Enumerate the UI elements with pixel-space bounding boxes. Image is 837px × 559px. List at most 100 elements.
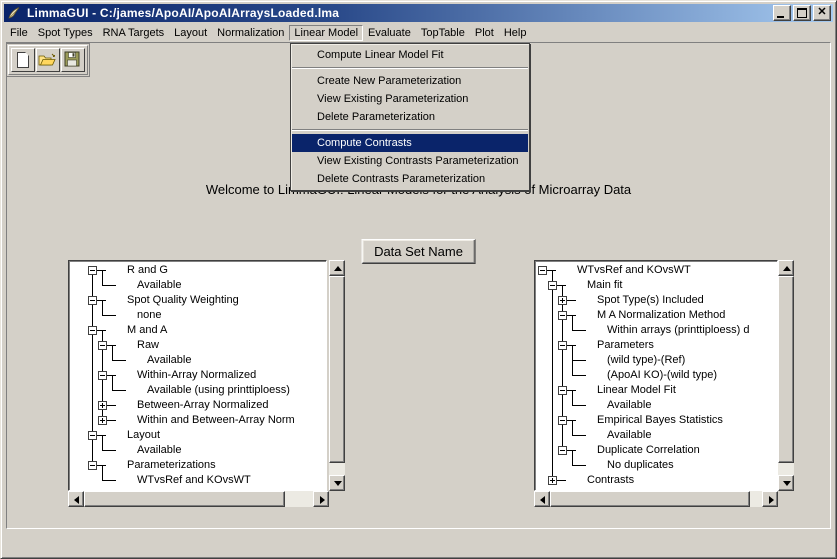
tree-item-available[interactable]: Available <box>69 278 326 293</box>
tree-item-no-duplicates[interactable]: No duplicates <box>535 458 777 473</box>
collapse-icon[interactable] <box>538 266 547 275</box>
menu-item-compute-linear-model-fit[interactable]: Compute Linear Model Fit <box>292 46 528 64</box>
scroll-left-button[interactable] <box>68 491 84 507</box>
tree-item-parameters[interactable]: Parameters <box>535 338 777 353</box>
open-file-button[interactable] <box>36 48 60 72</box>
vertical-scroll-thumb[interactable] <box>329 276 345 463</box>
tree-item-main-fit[interactable]: Main fit <box>535 278 777 293</box>
tree-item-linear-model-fit[interactable]: Linear Model Fit <box>535 383 777 398</box>
scroll-up-button[interactable] <box>329 260 345 276</box>
collapse-icon[interactable] <box>558 416 567 425</box>
menu-toptable[interactable]: TopTable <box>416 25 470 41</box>
tree-item-duplicate-correlation[interactable]: Duplicate Correlation <box>535 443 777 458</box>
vertical-scroll-thumb[interactable] <box>778 276 794 463</box>
tree-item-wild-type-ref[interactable]: (wild type)-(Ref) <box>535 353 777 368</box>
tree-item-within-array-normalized[interactable]: Within-Array Normalized <box>69 368 326 383</box>
tree-item-available-using-printtiploess[interactable]: Available (using printtiploess) <box>69 383 326 398</box>
save-file-button[interactable] <box>61 48 85 72</box>
tree-item-wtvsref-and-kovswt[interactable]: WTvsRef and KOvsWT <box>535 263 777 278</box>
menu-item-delete-contrasts-parameterization[interactable]: Delete Contrasts Parameterization <box>292 170 528 188</box>
tree-item-apoai-ko-wild-type[interactable]: (ApoAI KO)-(wild type) <box>535 368 777 383</box>
tree-guide-line <box>102 450 116 451</box>
collapse-icon[interactable] <box>88 431 97 440</box>
scroll-left-button[interactable] <box>534 491 550 507</box>
collapse-icon[interactable] <box>558 311 567 320</box>
tree-item-m-a-normalization-method[interactable]: M A Normalization Method <box>535 308 777 323</box>
tree-item-available[interactable]: Available <box>69 353 326 368</box>
menu-item-delete-parameterization[interactable]: Delete Parameterization <box>292 108 528 126</box>
menu-normalization[interactable]: Normalization <box>212 25 289 41</box>
scroll-right-button[interactable] <box>762 491 778 507</box>
minimize-button[interactable] <box>773 5 791 21</box>
tree-item-spot-quality-weighting[interactable]: Spot Quality Weighting <box>69 293 326 308</box>
collapse-icon[interactable] <box>558 446 567 455</box>
tree-item-contrasts[interactable]: Contrasts <box>535 473 777 488</box>
menu-linear-model[interactable]: Linear Model <box>289 25 363 41</box>
tree-item-label: Raw <box>137 339 159 351</box>
tree-item-spot-type-s-included[interactable]: Spot Type(s) Included <box>535 293 777 308</box>
parameterizations-tree-vertical-scrollbar[interactable] <box>778 260 794 491</box>
tree-item-wtvsref-and-kovswt[interactable]: WTvsRef and KOvsWT <box>69 473 326 488</box>
collapse-icon[interactable] <box>558 341 567 350</box>
collapse-icon[interactable] <box>98 371 107 380</box>
tree-item-raw[interactable]: Raw <box>69 338 326 353</box>
collapse-icon[interactable] <box>88 326 97 335</box>
expand-icon[interactable] <box>558 296 567 305</box>
parameterizations-tree[interactable]: WTvsRef and KOvsWTMain fitSpot Type(s) I… <box>534 260 778 491</box>
menu-help[interactable]: Help <box>499 25 532 41</box>
expand-icon[interactable] <box>548 476 557 485</box>
data-set-name-button[interactable]: Data Set Name <box>361 239 476 264</box>
collapse-icon[interactable] <box>88 461 97 470</box>
collapse-icon[interactable] <box>88 266 97 275</box>
collapse-icon[interactable] <box>88 296 97 305</box>
tree-guide-line <box>567 300 576 301</box>
dataset-tree-horizontal-scrollbar[interactable] <box>68 491 329 507</box>
collapse-icon[interactable] <box>558 386 567 395</box>
tree-item-available[interactable]: Available <box>69 443 326 458</box>
horizontal-scroll-thumb[interactable] <box>84 491 285 507</box>
menu-item-view-existing-parameterization[interactable]: View Existing Parameterization <box>292 90 528 108</box>
tree-item-parameterizations[interactable]: Parameterizations <box>69 458 326 473</box>
scroll-up-button[interactable] <box>778 260 794 276</box>
scroll-down-button[interactable] <box>778 475 794 491</box>
menu-file[interactable]: File <box>5 25 33 41</box>
scroll-right-button[interactable] <box>313 491 329 507</box>
maximize-button[interactable] <box>793 5 811 21</box>
new-file-button[interactable] <box>11 48 35 72</box>
tree-item-available[interactable]: Available <box>535 428 777 443</box>
menu-layout[interactable]: Layout <box>169 25 212 41</box>
expand-icon[interactable] <box>98 401 107 410</box>
tree-item-within-and-between-array-norm[interactable]: Within and Between-Array Norm <box>69 413 326 428</box>
menu-item-create-new-parameterization[interactable]: Create New Parameterization <box>292 72 528 90</box>
tree-item-between-array-normalized[interactable]: Between-Array Normalized <box>69 398 326 413</box>
tree-item-layout[interactable]: Layout <box>69 428 326 443</box>
scroll-down-button[interactable] <box>329 475 345 491</box>
dataset-tree-vertical-scrollbar[interactable] <box>329 260 345 491</box>
dataset-tree[interactable]: R and GAvailableSpot Quality Weightingno… <box>68 260 327 491</box>
menu-rna-targets[interactable]: RNA Targets <box>98 25 170 41</box>
expand-icon[interactable] <box>98 416 107 425</box>
close-button[interactable]: ✕ <box>813 5 831 21</box>
tree-item-within-arrays-printtiploess-d[interactable]: Within arrays (printtiploess) d <box>535 323 777 338</box>
menu-plot[interactable]: Plot <box>470 25 499 41</box>
tree-item-empirical-bayes-statistics[interactable]: Empirical Bayes Statistics <box>535 413 777 428</box>
collapse-icon[interactable] <box>98 341 107 350</box>
menu-spot-types[interactable]: Spot Types <box>33 25 98 41</box>
tree-item-label: Available <box>137 279 181 291</box>
menu-evaluate[interactable]: Evaluate <box>363 25 416 41</box>
tree-item-r-and-g[interactable]: R and G <box>69 263 326 278</box>
tree-guide-line <box>102 353 103 368</box>
tree-item-available[interactable]: Available <box>535 398 777 413</box>
menu-item-compute-contrasts[interactable]: Compute Contrasts <box>292 134 528 152</box>
tree-item-label: none <box>137 309 161 321</box>
collapse-icon[interactable] <box>548 281 557 290</box>
tree-guide-line <box>562 428 563 443</box>
tree-guide-line <box>572 450 573 458</box>
tree-item-none[interactable]: none <box>69 308 326 323</box>
app-feather-icon[interactable] <box>6 6 22 20</box>
horizontal-scroll-thumb[interactable] <box>550 491 750 507</box>
tree-guide-line <box>102 315 116 316</box>
parameterizations-tree-horizontal-scrollbar[interactable] <box>534 491 778 507</box>
menu-item-view-existing-contrasts-parameterization[interactable]: View Existing Contrasts Parameterization <box>292 152 528 170</box>
tree-item-m-and-a[interactable]: M and A <box>69 323 326 338</box>
